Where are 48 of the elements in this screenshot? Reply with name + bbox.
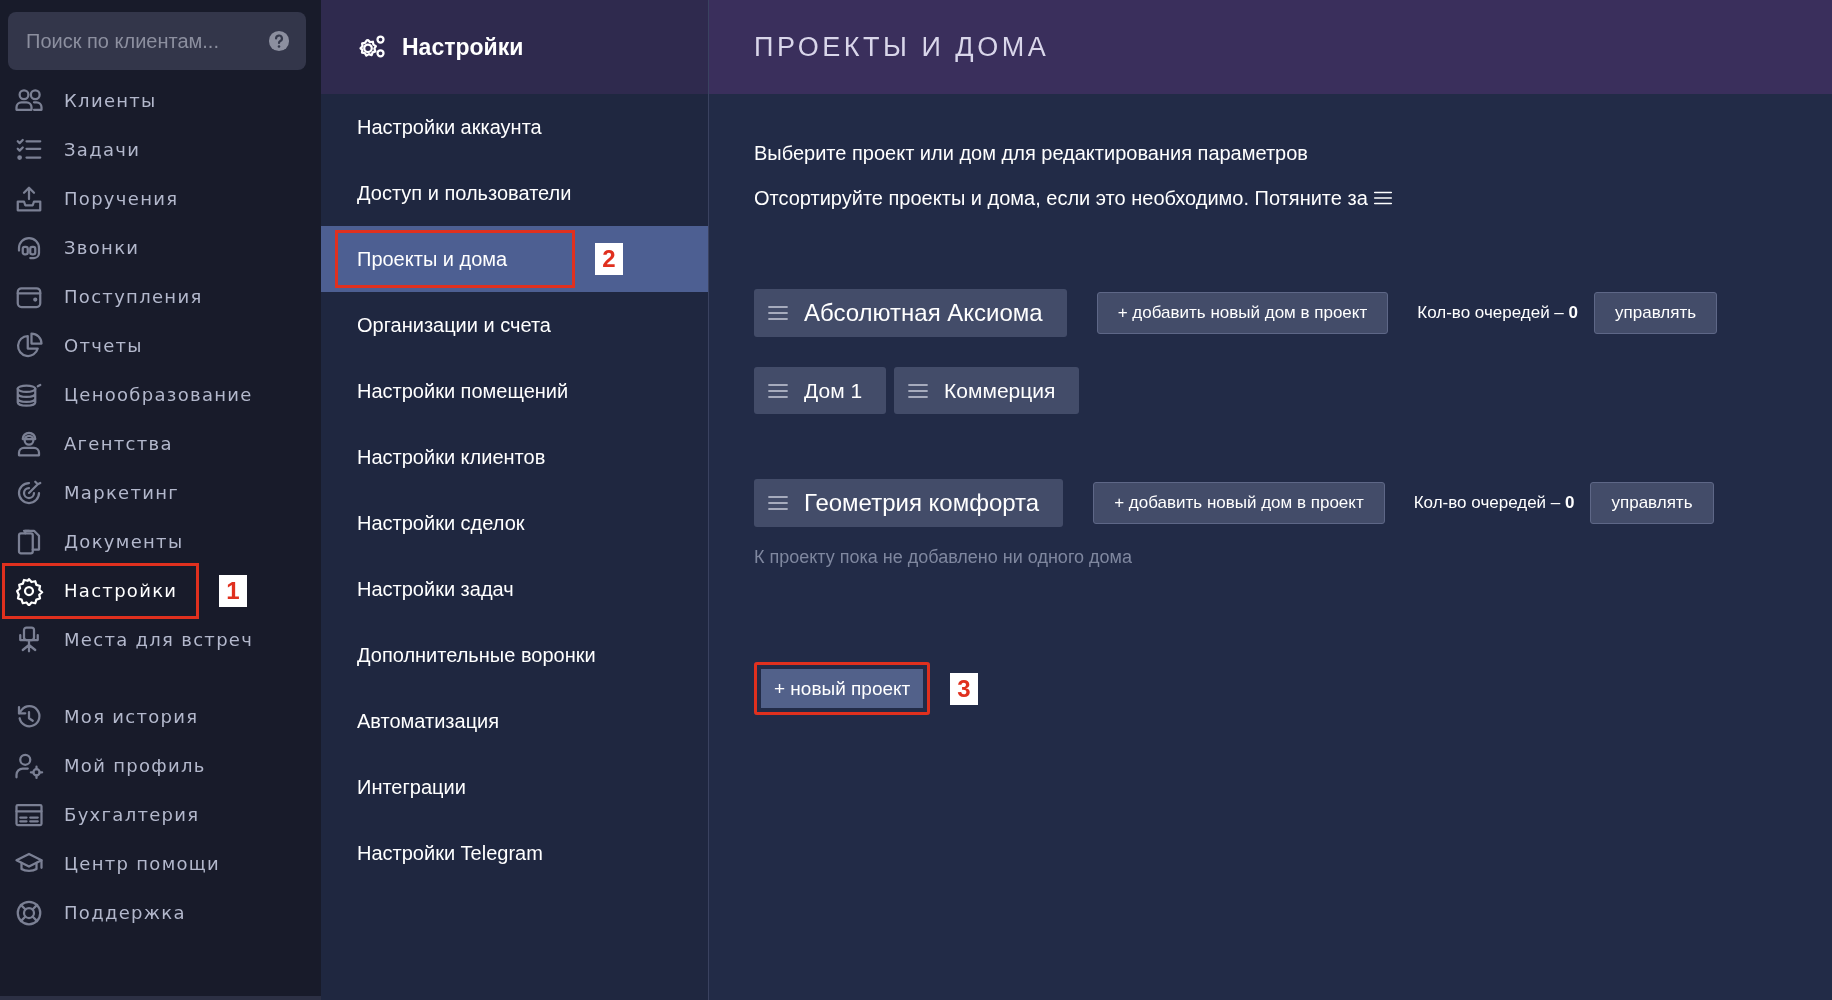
manage-button[interactable]: управлять bbox=[1590, 482, 1714, 524]
settings-menu-item[interactable]: Интеграции bbox=[335, 758, 488, 816]
settings-menu-item[interactable]: Доступ и пользователи bbox=[335, 164, 594, 222]
settings-menu-item[interactable]: Автоматизация bbox=[335, 692, 522, 750]
search-field[interactable]: Поиск по клиентам... bbox=[8, 12, 306, 70]
settings-menu-item[interactable]: Организации и счета bbox=[335, 296, 573, 354]
settings-menu-item[interactable]: Проекты и дома bbox=[335, 230, 576, 288]
sidebar-item[interactable]: Мой профиль bbox=[2, 741, 220, 790]
settings-menu-item[interactable]: Настройки задач bbox=[335, 560, 536, 618]
sidebar-item[interactable]: Поддержка bbox=[2, 888, 200, 937]
house-chip[interactable]: Коммерция bbox=[894, 367, 1080, 414]
settings-menu-item[interactable]: Настройки помещений bbox=[335, 362, 591, 420]
callout-number: 3 bbox=[950, 672, 978, 705]
sidebar-item[interactable]: Задачи bbox=[2, 125, 155, 174]
callout-number: 1 bbox=[219, 574, 247, 607]
panel-title: Настройки bbox=[402, 33, 524, 61]
sidebar-item[interactable]: Поступления bbox=[2, 272, 217, 321]
sidebar-item[interactable]: Поручения bbox=[2, 174, 193, 223]
sidebar-item[interactable]: Ценообразование bbox=[2, 370, 267, 419]
sidebar-item[interactable]: Моя история bbox=[2, 692, 213, 741]
queue-count: Кол-во очередей – 0 bbox=[1417, 303, 1578, 323]
sidebar-item[interactable]: Звонки bbox=[2, 223, 154, 272]
instruction-text: Выберите проект или дом для редактирования параметров bbox=[754, 141, 1309, 166]
settings-menu-item[interactable]: Настройки клиентов bbox=[335, 428, 568, 486]
settings-menu-item[interactable]: Дополнительные воронки bbox=[335, 626, 618, 684]
instruction-text: Отсортируйте проекты и дома, если это необходимо. Потяните за bbox=[754, 186, 1368, 211]
add-house-button[interactable]: + добавить новый дом в проект bbox=[1093, 482, 1385, 524]
sidebar-item[interactable]: Бухгалтерия bbox=[2, 790, 214, 839]
sidebar-item[interactable]: Клиенты bbox=[2, 76, 171, 125]
page-title: ПРОЕКТЫ И ДОМА bbox=[754, 31, 1050, 63]
manage-button[interactable]: управлять bbox=[1594, 292, 1718, 334]
project-chip[interactable]: Абсолютная Аксиома bbox=[754, 289, 1067, 337]
house-chip[interactable]: Дом 1 bbox=[754, 367, 887, 414]
sidebar-item[interactable]: Агентства bbox=[2, 419, 187, 468]
empty-note: К проекту пока не добавлено ни одного дома bbox=[754, 547, 1133, 568]
queue-count: Кол-во очередей – 0 bbox=[1413, 493, 1575, 513]
settings-menu-item[interactable]: Настройки аккаунта bbox=[335, 98, 564, 156]
sidebar-item[interactable]: Отчеты bbox=[2, 321, 157, 370]
add-house-button[interactable]: + добавить новый дом в проект bbox=[1096, 292, 1389, 334]
settings-menu-item[interactable]: Настройки Telegram bbox=[335, 824, 565, 882]
callout-number: 2 bbox=[595, 243, 623, 275]
gear-icon bbox=[14, 575, 44, 606]
settings-menu-item[interactable]: Настройки сделок bbox=[335, 494, 547, 552]
sidebar-item[interactable]: Маркетинг bbox=[2, 468, 194, 517]
new-project-button[interactable]: + новый проект bbox=[754, 662, 931, 715]
help-icon[interactable] bbox=[268, 30, 290, 52]
project-chip[interactable]: Геометрия комфорта bbox=[754, 479, 1064, 527]
sidebar-item[interactable]: Центр помощи bbox=[2, 839, 235, 888]
